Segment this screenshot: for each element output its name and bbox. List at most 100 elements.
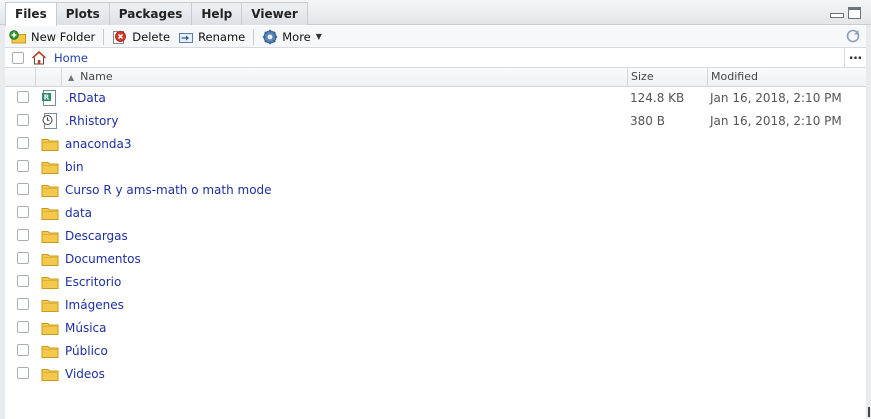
table-row: Escritorio: [5, 271, 866, 294]
folder-name-link[interactable]: Música: [65, 321, 107, 335]
folder-icon: [41, 231, 59, 243]
file-name-link[interactable]: .Rhistory: [65, 114, 118, 128]
table-row: Videos: [5, 363, 866, 386]
files-toolbar: New Folder Delete Rename More ▼: [5, 26, 866, 48]
rename-button[interactable]: Rename: [174, 27, 249, 47]
table-row: Música: [5, 317, 866, 340]
tab-viewer[interactable]: Viewer: [241, 2, 308, 25]
svg-text:R: R: [44, 94, 50, 102]
pane-right-edge: [866, 25, 871, 419]
more-label: More: [282, 29, 311, 44]
folder-icon: [41, 369, 59, 381]
row-checkbox[interactable]: [17, 275, 29, 287]
folder-name-link[interactable]: Descargas: [65, 229, 128, 243]
row-checkbox[interactable]: [17, 367, 29, 379]
folder-icon: [41, 323, 59, 335]
history-file-icon: [42, 113, 57, 129]
file-name-link[interactable]: .RData: [65, 91, 106, 105]
table-row: data: [5, 202, 866, 225]
new-folder-button[interactable]: New Folder: [5, 27, 99, 47]
toolbar-separator: [253, 28, 255, 45]
more-menu-button[interactable]: More ▼: [258, 27, 326, 47]
go-to-directory-button[interactable]: …: [844, 48, 866, 67]
row-checkbox[interactable]: [17, 183, 29, 195]
column-header-modified[interactable]: Modified: [707, 68, 866, 86]
row-checkbox[interactable]: [17, 91, 29, 103]
breadcrumb: Home …: [5, 48, 866, 68]
folder-name-link[interactable]: Videos: [65, 367, 105, 381]
new-folder-label: New Folder: [31, 29, 96, 44]
tab-help[interactable]: Help: [191, 2, 243, 25]
row-checkbox[interactable]: [17, 298, 29, 310]
pane-tab-bar: Files Plots Packages Help Viewer: [0, 0, 871, 26]
minimize-icon[interactable]: [830, 9, 844, 19]
file-table-header: ▲ Name Size Modified: [5, 68, 866, 87]
file-modified: Jan 16, 2018, 2:10 PM: [710, 91, 842, 105]
column-header-name[interactable]: ▲ Name: [61, 68, 627, 86]
folder-name-link[interactable]: data: [65, 206, 92, 220]
refresh-icon[interactable]: [845, 28, 861, 44]
delete-icon: [113, 30, 127, 44]
row-checkbox[interactable]: [17, 321, 29, 333]
folder-icon: [41, 185, 59, 197]
tab-plots[interactable]: Plots: [55, 2, 110, 25]
sort-ascending-icon: ▲: [68, 73, 75, 82]
table-row: .Rhistory 380 B Jan 16, 2018, 2:10 PM: [5, 110, 866, 133]
table-row: anaconda3: [5, 133, 866, 156]
row-checkbox[interactable]: [17, 229, 29, 241]
home-icon[interactable]: [31, 50, 47, 66]
row-checkbox[interactable]: [17, 137, 29, 149]
file-size: 380 B: [630, 114, 665, 128]
rename-icon: [179, 32, 194, 43]
gear-icon: [263, 29, 278, 44]
header-checkbox-column: [5, 68, 35, 86]
row-checkbox[interactable]: [17, 206, 29, 218]
folder-name-link[interactable]: bin: [65, 160, 84, 174]
table-row: bin: [5, 156, 866, 179]
file-list: R .RData 124.8 KB Jan 16, 2018, 2:10 PM …: [5, 87, 866, 386]
new-folder-icon: [9, 29, 26, 43]
select-all-checkbox[interactable]: [12, 51, 24, 64]
folder-icon: [41, 277, 59, 289]
folder-name-link[interactable]: anaconda3: [65, 137, 131, 151]
delete-button[interactable]: Delete: [108, 27, 174, 47]
column-header-size[interactable]: Size: [627, 68, 707, 86]
table-row: R .RData 124.8 KB Jan 16, 2018, 2:10 PM: [5, 87, 866, 110]
table-row: Público: [5, 340, 866, 363]
column-name-label: Name: [80, 70, 113, 83]
folder-name-link[interactable]: Público: [65, 344, 108, 358]
file-modified: Jan 16, 2018, 2:10 PM: [710, 114, 842, 128]
folder-icon: [41, 346, 59, 358]
row-checkbox[interactable]: [17, 160, 29, 172]
resize-handle[interactable]: [868, 407, 870, 417]
toolbar-separator: [103, 28, 105, 45]
tab-packages[interactable]: Packages: [108, 2, 193, 25]
file-size: 124.8 KB: [630, 91, 685, 105]
folder-icon: [41, 139, 59, 151]
folder-name-link[interactable]: Documentos: [65, 252, 141, 266]
pane-tabs: Files Plots Packages Help Viewer: [5, 2, 308, 26]
folder-icon: [41, 208, 59, 220]
table-row: Imágenes: [5, 294, 866, 317]
folder-icon: [41, 162, 59, 174]
delete-label: Delete: [132, 29, 171, 44]
folder-icon: [41, 300, 59, 312]
tab-files[interactable]: Files: [5, 2, 57, 26]
header-icon-column: [35, 68, 61, 86]
row-checkbox[interactable]: [17, 114, 29, 126]
table-row: Descargas: [5, 225, 866, 248]
rdata-file-icon: R: [42, 90, 56, 106]
folder-name-link[interactable]: Imágenes: [65, 298, 124, 312]
table-row: Documentos: [5, 248, 866, 271]
rename-label: Rename: [198, 29, 246, 44]
folder-name-link[interactable]: Escritorio: [65, 275, 121, 289]
row-checkbox[interactable]: [17, 344, 29, 356]
maximize-icon[interactable]: [848, 7, 861, 19]
table-row: Curso R y ams-math o math mode: [5, 179, 866, 202]
folder-name-link[interactable]: Curso R y ams-math o math mode: [65, 183, 272, 197]
chevron-down-icon: ▼: [315, 32, 322, 41]
row-checkbox[interactable]: [17, 252, 29, 264]
window-controls: [830, 7, 861, 19]
folder-icon: [41, 254, 59, 266]
breadcrumb-home[interactable]: Home: [54, 51, 88, 65]
